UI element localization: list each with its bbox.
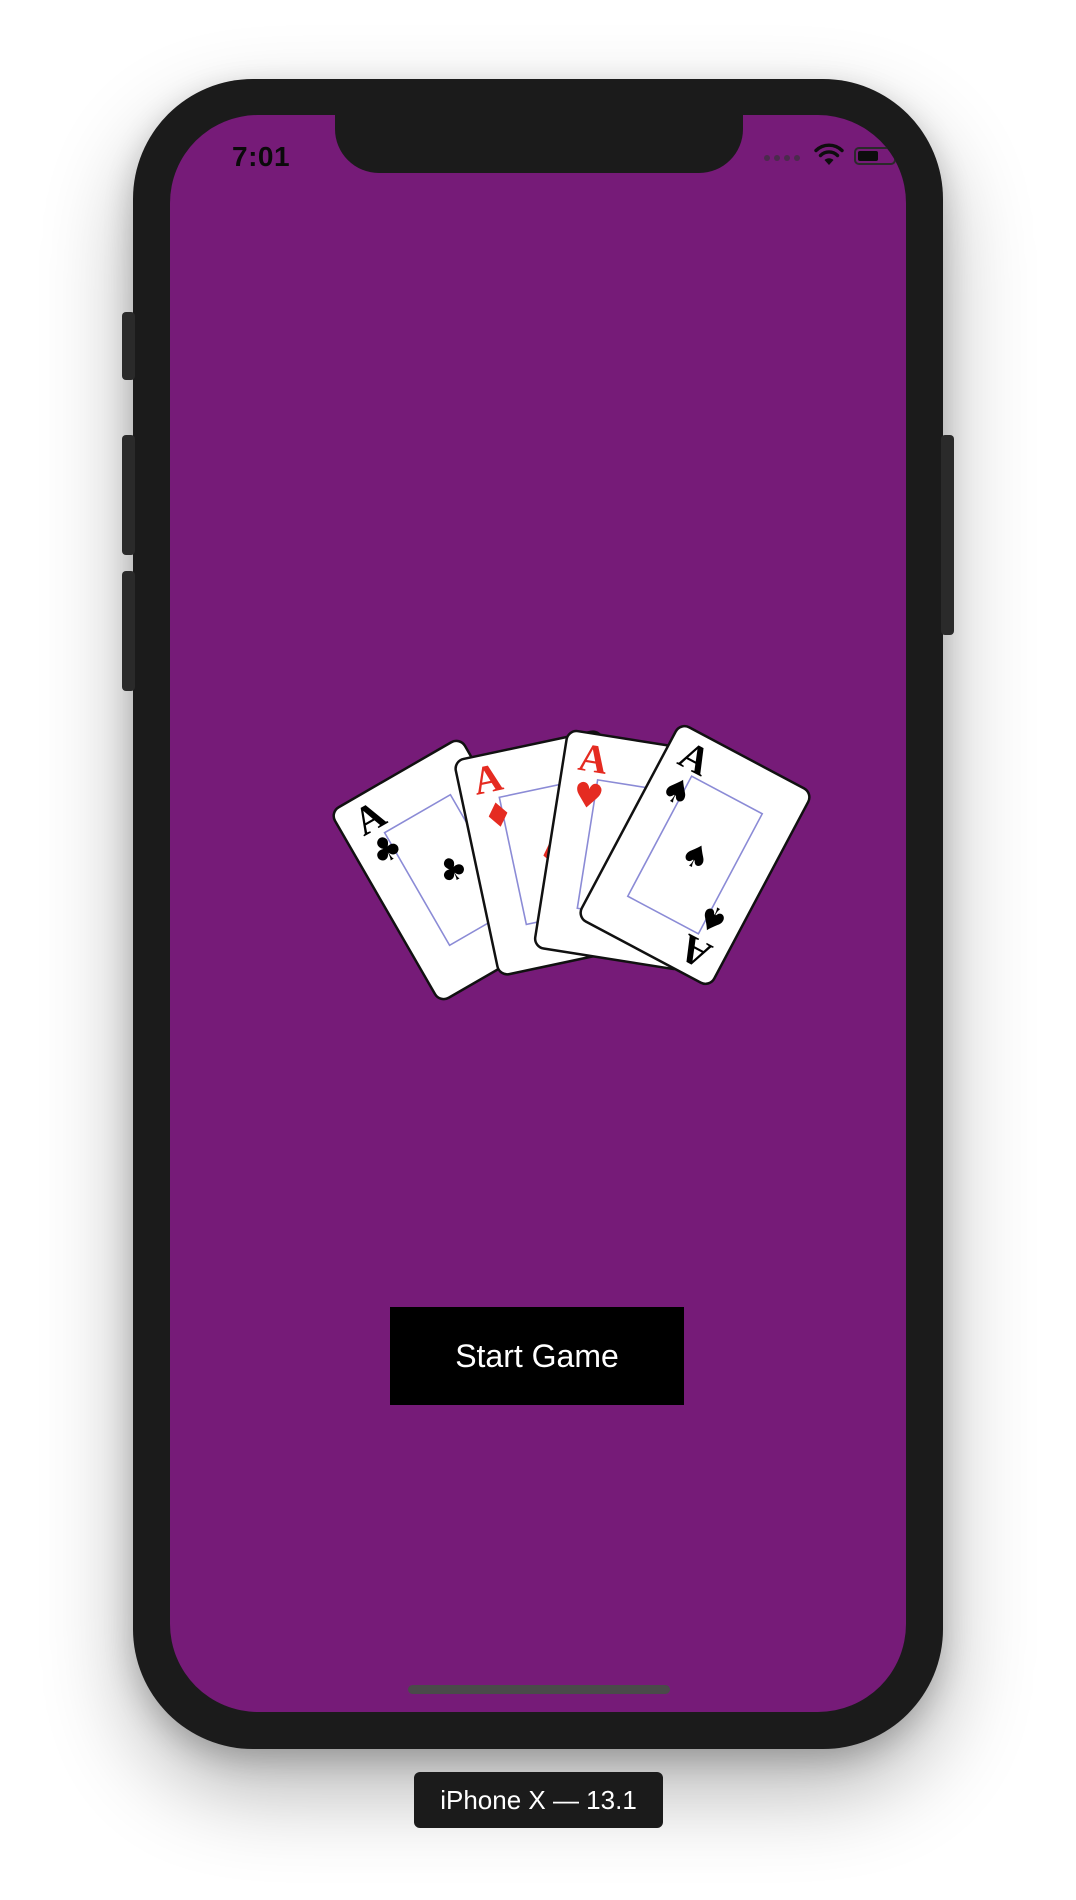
app-screen: 7:01 A ♣ ♣ A ♦ A ♥ A ♠ ♠ A ♠ Start Game (170, 115, 906, 1712)
iphone-device-frame: 7:01 A ♣ ♣ A ♦ A ♥ A ♠ ♠ A ♠ Start Game (122, 79, 954, 1749)
notch (335, 115, 743, 173)
simulator-device-label: iPhone X — 13.1 (414, 1772, 663, 1828)
aces-card-fan: A ♣ ♣ A ♦ ♦ A ♥ ♥ (332, 724, 811, 1001)
volume-down-button (122, 571, 135, 691)
start-game-button[interactable]: Start Game (390, 1307, 684, 1405)
home-indicator[interactable] (408, 1685, 670, 1694)
battery-icon (854, 147, 900, 165)
power-button (941, 435, 954, 635)
status-time: 7:01 (232, 141, 291, 172)
signal-icon (764, 155, 800, 161)
mute-switch (122, 312, 135, 380)
volume-up-button (122, 435, 135, 555)
heart-icon: ♥ (570, 774, 606, 818)
wifi-icon (814, 143, 844, 165)
